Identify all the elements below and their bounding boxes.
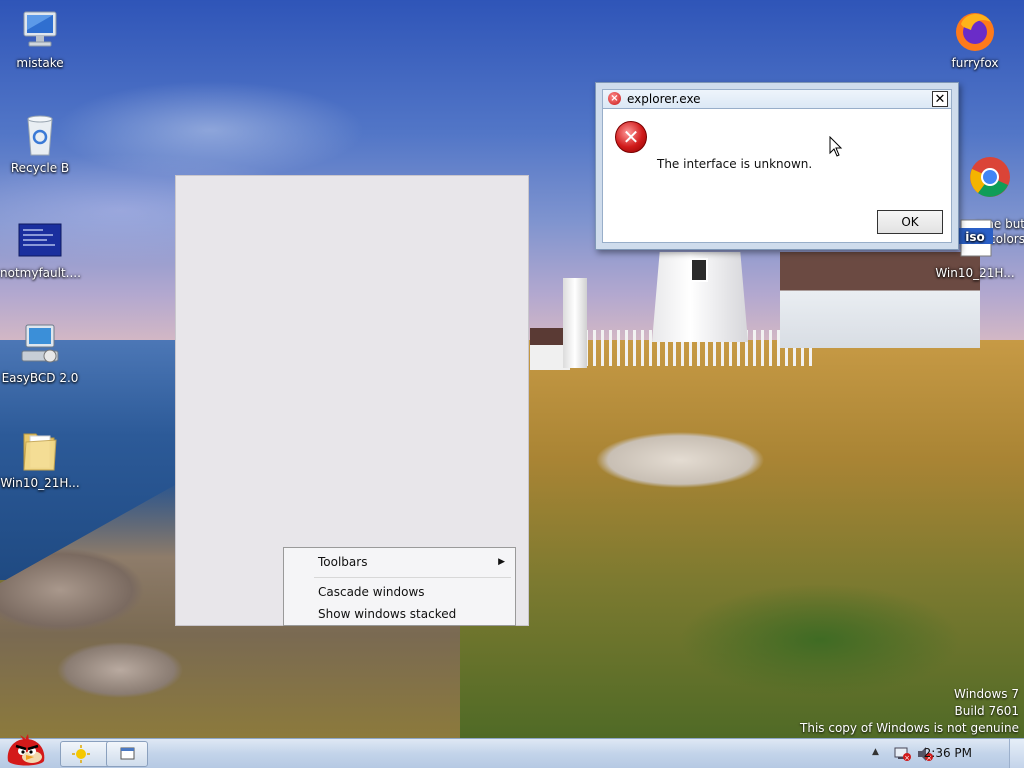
svg-text:iso: iso — [965, 230, 985, 244]
ok-button[interactable]: OK — [877, 210, 943, 234]
desktop-icon-label: Win10_21H... — [0, 476, 80, 490]
taskbar-context-menu: Toolbars ▶ Cascade windows Show windows … — [283, 547, 516, 626]
dialog-title: explorer.exe — [627, 92, 701, 106]
close-button[interactable]: ✕ — [932, 91, 948, 107]
desktop-icon-label: mistake — [16, 56, 64, 70]
dialog-titlebar[interactable]: × explorer.exe ✕ — [602, 89, 952, 109]
start-button[interactable] — [2, 731, 52, 769]
dialog-message: The interface is unknown. — [657, 157, 813, 171]
svg-text:×: × — [904, 754, 910, 762]
folder-icon — [18, 428, 62, 472]
dialog-body: ✕ The interface is unknown. OK — [602, 109, 952, 243]
desktop-icon-label: Recycle B — [10, 161, 70, 175]
desktop-icon-recycle-bin[interactable]: Recycle B — [0, 113, 80, 176]
taskbar[interactable]: ▲ × × 2:36 PM — [0, 734, 1024, 769]
taskbar-window-button[interactable] — [106, 741, 148, 767]
menu-item-show-windows-stacked[interactable]: Show windows stacked — [284, 603, 515, 625]
clock[interactable]: 2:36 PM — [924, 746, 972, 760]
submenu-arrow-icon: ▶ — [498, 557, 505, 567]
menu-item-cascade-windows[interactable]: Cascade windows — [284, 581, 515, 603]
error-small-icon: × — [608, 92, 621, 105]
desktop-icon-easybcd[interactable]: EasyBCD 2.0 — [0, 323, 80, 386]
computer-icon — [18, 8, 62, 52]
watermark-line: Build 7601 — [954, 704, 1019, 718]
wallpaper-small-tower — [563, 278, 587, 368]
desktop-icon-label: notmyfault.... — [0, 266, 81, 280]
desktop-icon-label: furryfox — [951, 56, 999, 70]
watermark-line: This copy of Windows is not genuine — [800, 721, 1019, 735]
bsod-thumbnail-icon — [18, 218, 62, 262]
mouse-cursor-icon — [829, 135, 843, 158]
menu-separator — [314, 577, 511, 578]
desktop-icon-notmyfault[interactable]: notmyfault.... — [0, 218, 81, 281]
desktop-icon-label: Win10_21H... — [935, 266, 1015, 280]
menu-item-label: Toolbars — [318, 555, 368, 569]
iso-file-icon: iso — [953, 218, 997, 262]
easybcd-icon — [18, 323, 62, 367]
window-icon — [120, 747, 135, 760]
desktop-icon-label: EasyBCD 2.0 — [1, 371, 79, 385]
show-desktop-button[interactable] — [1009, 739, 1024, 768]
desktop-icon-furryfox[interactable]: furryfox — [935, 8, 1015, 71]
error-icon: ✕ — [615, 121, 647, 153]
system-tray: ▲ × × 2:36 PM — [864, 739, 1024, 769]
watermark-line: Windows 7 — [953, 687, 1019, 701]
error-dialog: × explorer.exe ✕ ✕ The interface is unkn… — [595, 82, 959, 250]
angry-bird-icon — [7, 734, 45, 766]
desktop-icon-mistake[interactable]: mistake — [0, 8, 80, 71]
menu-item-label: Cascade windows — [318, 585, 425, 599]
firefox-icon — [953, 8, 997, 52]
menu-item-label: Show windows stacked — [318, 607, 457, 621]
desktop-icon-win10-folder[interactable]: Win10_21H... — [0, 428, 80, 491]
wallpaper-lighthouse-window — [690, 258, 708, 282]
menu-item-toolbars[interactable]: Toolbars ▶ — [284, 551, 515, 573]
chrome-icon — [953, 141, 1011, 197]
genuine-watermark: Windows 7 Build 7601 This copy of Window… — [800, 686, 1019, 737]
show-hidden-icons-arrow[interactable]: ▲ — [872, 747, 879, 757]
recycle-bin-icon — [18, 113, 62, 157]
network-error-icon: × — [894, 747, 911, 762]
